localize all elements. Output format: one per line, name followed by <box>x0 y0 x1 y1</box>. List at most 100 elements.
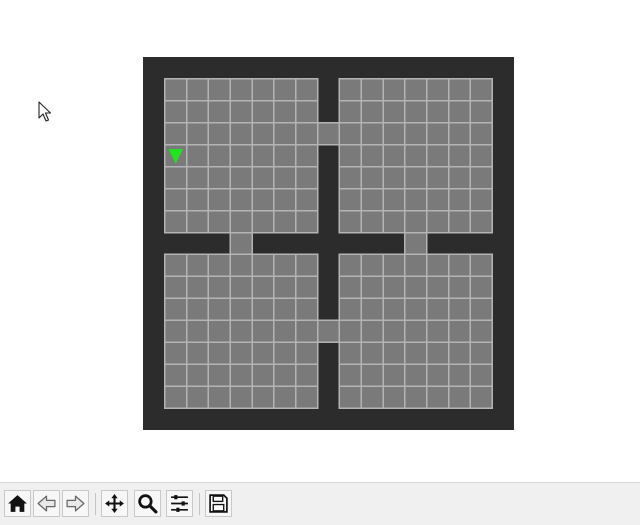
floor-cell <box>469 385 493 409</box>
floor-cell <box>447 275 472 300</box>
zoom-button[interactable] <box>134 490 161 517</box>
floor-cell <box>338 341 362 365</box>
floor-cell <box>273 297 297 322</box>
floor-cell <box>295 209 319 234</box>
floor-cell <box>447 209 472 234</box>
home-icon <box>8 495 27 512</box>
floor-cell <box>185 187 210 212</box>
floor-cell <box>185 363 210 387</box>
floor-cell <box>404 385 428 409</box>
floor-cell <box>229 143 253 168</box>
door-cell <box>316 122 341 146</box>
floor-cell <box>382 165 406 190</box>
floor-cell <box>360 253 384 278</box>
forward-button[interactable] <box>62 490 89 517</box>
floor-cell <box>382 253 406 278</box>
floor-cell <box>425 187 450 212</box>
floor-cell <box>425 341 450 365</box>
floor-cell <box>360 122 384 146</box>
floor-cell <box>185 385 210 409</box>
save-button[interactable] <box>205 490 232 517</box>
floor-cell <box>404 165 428 190</box>
floor-cell <box>229 209 253 234</box>
floor-cell <box>185 100 210 124</box>
floor-cell <box>164 253 188 278</box>
floor-cell <box>469 253 493 278</box>
floor-cell <box>251 341 275 365</box>
floor-cell <box>273 385 297 409</box>
floor-cell <box>207 253 232 278</box>
floor-cell <box>382 385 406 409</box>
floor-cell <box>469 341 493 365</box>
gridworld-canvas <box>143 57 514 430</box>
floor-cell <box>447 78 472 102</box>
floor-cell <box>425 165 450 190</box>
floor-cell <box>425 143 450 168</box>
floor-cell <box>338 275 362 300</box>
floor-cell <box>273 122 297 146</box>
floor-cell <box>404 297 428 322</box>
configure-subplots-button[interactable] <box>166 490 193 517</box>
floor-cell <box>338 187 362 212</box>
floor-cell <box>447 187 472 212</box>
toolbar-separator <box>199 493 200 515</box>
floor-cell <box>164 319 188 344</box>
floor-cell <box>251 187 275 212</box>
floor-cell <box>404 100 428 124</box>
floor-cell <box>360 385 384 409</box>
floor-cell <box>295 319 319 344</box>
floor-cell <box>360 363 384 387</box>
floor-cell <box>447 253 472 278</box>
floor-cell <box>295 253 319 278</box>
floor-cell <box>360 187 384 212</box>
floor-cell <box>295 78 319 102</box>
floor-cell <box>360 100 384 124</box>
back-button[interactable] <box>33 490 60 517</box>
sliders-icon <box>171 495 188 512</box>
floor-cell <box>273 319 297 344</box>
floor-cell <box>338 385 362 409</box>
floor-cell <box>251 385 275 409</box>
floor-cell <box>360 275 384 300</box>
figure-canvas <box>0 0 640 480</box>
floor-cell <box>229 187 253 212</box>
floor-cell <box>447 341 472 365</box>
move-icon <box>105 494 124 513</box>
toolbar-separator <box>95 493 96 515</box>
home-button[interactable] <box>4 490 31 517</box>
floor-cell <box>404 78 428 102</box>
floor-cell <box>469 363 493 387</box>
door-cell <box>316 319 341 344</box>
floor-cell <box>185 275 210 300</box>
floor-cell <box>295 275 319 300</box>
floor-cell <box>207 363 232 387</box>
floor-cell <box>273 363 297 387</box>
floor-cell <box>164 275 188 300</box>
floor-cell <box>338 100 362 124</box>
floor-cell <box>273 143 297 168</box>
floor-cell <box>229 122 253 146</box>
floor-cell <box>164 363 188 387</box>
floor-cell <box>164 297 188 322</box>
floor-cell <box>251 275 275 300</box>
floor-cell <box>360 78 384 102</box>
floor-cell <box>469 319 493 344</box>
floor-cell <box>229 297 253 322</box>
floor-cell <box>382 78 406 102</box>
arrow-right-icon <box>66 495 85 512</box>
pan-button[interactable] <box>101 490 128 517</box>
floor-cell <box>229 100 253 124</box>
floor-cell <box>360 143 384 168</box>
floor-cell <box>207 187 232 212</box>
floor-cell <box>425 319 450 344</box>
floor-cell <box>338 319 362 344</box>
floor-cell <box>469 78 493 102</box>
floor-cell <box>273 341 297 365</box>
floor-cell <box>338 78 362 102</box>
floor-cell <box>164 341 188 365</box>
floor-cell <box>382 100 406 124</box>
floor-cell <box>447 297 472 322</box>
floor-cell <box>229 341 253 365</box>
floor-cell <box>469 100 493 124</box>
floor-cell <box>185 78 210 102</box>
